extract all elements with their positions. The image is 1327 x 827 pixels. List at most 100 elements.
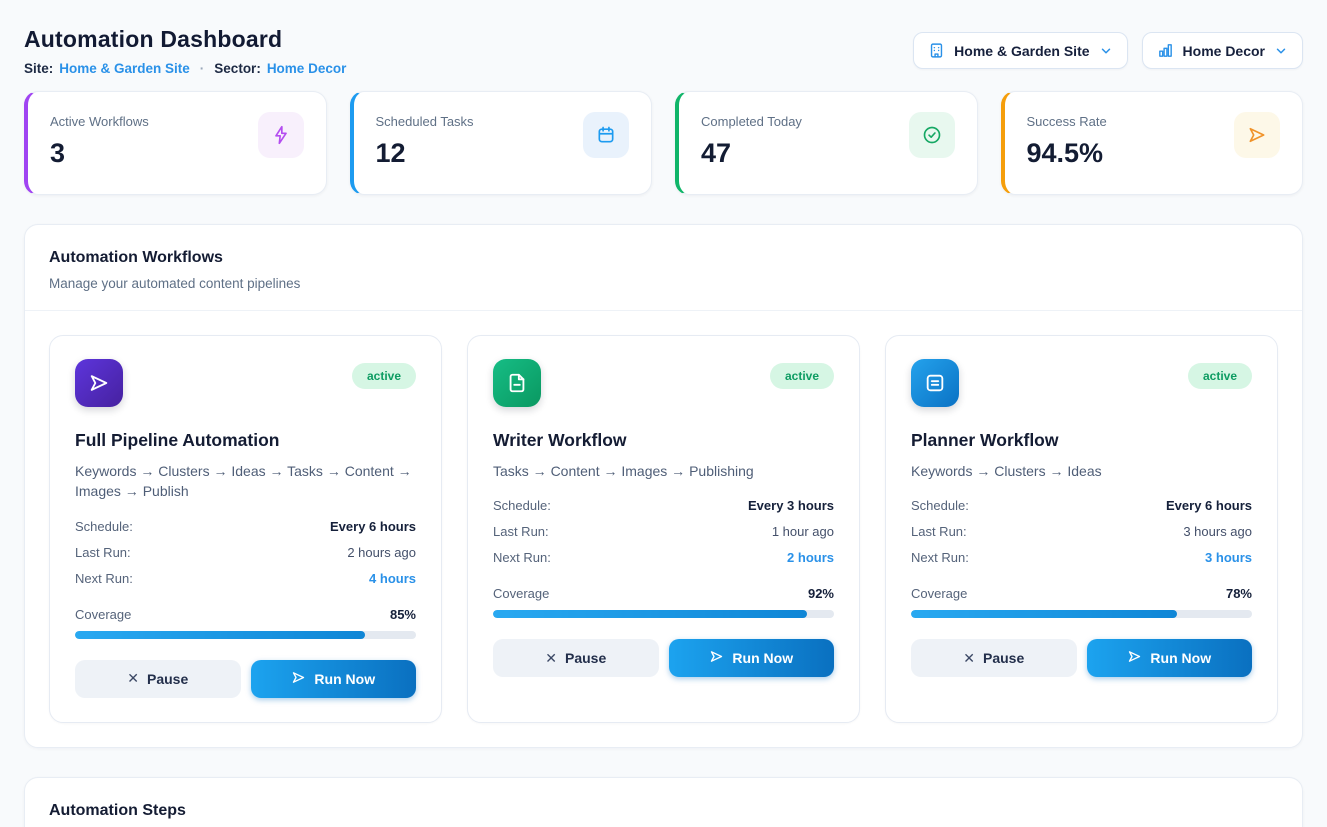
next-run-label: Next Run: bbox=[75, 571, 133, 586]
pause-button-label: Pause bbox=[565, 650, 606, 666]
workflow-cards-grid: active Full Pipeline Automation Keywords… bbox=[25, 311, 1302, 747]
calendar-icon bbox=[583, 112, 629, 158]
stat-label: Completed Today bbox=[701, 114, 802, 129]
workflow-pipeline: Keywords → Clusters → Ideas → Tasks → Co… bbox=[75, 461, 416, 502]
site-link[interactable]: Home & Garden Site bbox=[59, 61, 190, 76]
coverage-block: Coverage92% bbox=[493, 586, 834, 618]
send-icon bbox=[291, 670, 306, 688]
automation-steps-panel: Automation Steps Configure which steps a… bbox=[24, 777, 1303, 827]
schedule-label: Schedule: bbox=[911, 498, 969, 513]
separator-dot: · bbox=[196, 61, 209, 76]
pause-button[interactable]: ✕Pause bbox=[911, 639, 1077, 677]
sector-selector-label: Home Decor bbox=[1183, 43, 1265, 59]
pause-button-label: Pause bbox=[147, 671, 188, 687]
coverage-progress-bar bbox=[75, 631, 416, 639]
workflow-meta: Schedule:Every 6 hours Last Run:2 hours … bbox=[75, 519, 416, 597]
x-icon: ✕ bbox=[963, 650, 975, 667]
automation-workflows-panel: Automation Workflows Manage your automat… bbox=[24, 224, 1303, 748]
coverage-label: Coverage bbox=[911, 586, 967, 601]
lightning-icon bbox=[258, 112, 304, 158]
send-icon bbox=[709, 649, 724, 667]
stat-value: 94.5% bbox=[1027, 138, 1107, 169]
next-run-value: 3 hours bbox=[1205, 550, 1252, 565]
sector-selector-dropdown[interactable]: Home Decor bbox=[1142, 32, 1303, 69]
next-run-value: 2 hours bbox=[787, 550, 834, 565]
page-title: Automation Dashboard bbox=[24, 26, 346, 53]
workflow-meta: Schedule:Every 6 hours Last Run:3 hours … bbox=[911, 498, 1252, 576]
sector-link[interactable]: Home Decor bbox=[267, 61, 347, 76]
site-selector-label: Home & Garden Site bbox=[954, 43, 1089, 59]
check-circle-icon bbox=[909, 112, 955, 158]
run-now-button-label: Run Now bbox=[732, 650, 793, 666]
workflow-card-full-pipeline: active Full Pipeline Automation Keywords… bbox=[49, 335, 442, 723]
coverage-value: 85% bbox=[390, 607, 416, 622]
coverage-label: Coverage bbox=[75, 607, 131, 622]
run-now-button[interactable]: Run Now bbox=[1087, 639, 1253, 677]
stat-value: 3 bbox=[50, 138, 149, 169]
stat-card-scheduled-tasks: Scheduled Tasks 12 bbox=[350, 91, 653, 195]
x-icon: ✕ bbox=[545, 650, 557, 667]
breadcrumb: Site: Home & Garden Site · Sector: Home … bbox=[24, 61, 346, 76]
topbar: Automation Dashboard Site: Home & Garden… bbox=[24, 26, 1303, 76]
workflow-pipeline: Tasks → Content → Images → Publishing bbox=[493, 461, 834, 481]
status-badge: active bbox=[770, 363, 834, 389]
coverage-progress-bar bbox=[493, 610, 834, 618]
workflow-card-planner: active Planner Workflow Keywords → Clust… bbox=[885, 335, 1278, 723]
steps-panel-header: Automation Steps Configure which steps a… bbox=[25, 778, 1302, 827]
site-label: Site: bbox=[24, 61, 53, 76]
stat-text: Scheduled Tasks 12 bbox=[376, 112, 474, 169]
workflow-card-header: active bbox=[911, 359, 1252, 407]
run-now-button[interactable]: Run Now bbox=[669, 639, 835, 677]
stats-row: Active Workflows 3 Scheduled Tasks 12 Co… bbox=[24, 91, 1303, 195]
send-icon bbox=[1127, 649, 1142, 667]
document-icon bbox=[493, 359, 541, 407]
workflows-panel-header: Automation Workflows Manage your automat… bbox=[25, 225, 1302, 311]
coverage-block: Coverage 85% bbox=[75, 607, 416, 639]
schedule-value: Every 6 hours bbox=[1166, 498, 1252, 513]
stat-label: Success Rate bbox=[1027, 114, 1107, 129]
title-block: Automation Dashboard Site: Home & Garden… bbox=[24, 26, 346, 76]
pause-button[interactable]: ✕ Pause bbox=[75, 660, 241, 698]
schedule-label: Schedule: bbox=[75, 519, 133, 534]
sector-label: Sector: bbox=[214, 61, 261, 76]
list-icon bbox=[911, 359, 959, 407]
run-now-button[interactable]: Run Now bbox=[251, 660, 417, 698]
stat-text: Success Rate 94.5% bbox=[1027, 112, 1107, 169]
next-run-value: 4 hours bbox=[369, 571, 416, 586]
workflow-actions: ✕Pause Run Now bbox=[911, 639, 1252, 677]
next-run-label: Next Run: bbox=[911, 550, 969, 565]
stat-label: Scheduled Tasks bbox=[376, 114, 474, 129]
coverage-value: 78% bbox=[1226, 586, 1252, 601]
next-run-label: Next Run: bbox=[493, 550, 551, 565]
last-run-value: 1 hour ago bbox=[772, 524, 834, 539]
last-run-value: 3 hours ago bbox=[1183, 524, 1252, 539]
workflows-panel-subtitle: Manage your automated content pipelines bbox=[49, 276, 1278, 291]
header-dropdowns: Home & Garden Site Home Decor bbox=[913, 32, 1303, 69]
workflow-title: Planner Workflow bbox=[911, 430, 1252, 451]
workflow-card-header: active bbox=[75, 359, 416, 407]
workflow-meta: Schedule:Every 3 hours Last Run:1 hour a… bbox=[493, 498, 834, 576]
stat-value: 47 bbox=[701, 138, 802, 169]
site-selector-dropdown[interactable]: Home & Garden Site bbox=[913, 32, 1127, 69]
chevron-down-icon bbox=[1274, 44, 1288, 58]
workflow-title: Full Pipeline Automation bbox=[75, 430, 416, 451]
stat-card-success-rate: Success Rate 94.5% bbox=[1001, 91, 1304, 195]
schedule-value: Every 3 hours bbox=[748, 498, 834, 513]
last-run-value: 2 hours ago bbox=[347, 545, 416, 560]
stat-value: 12 bbox=[376, 138, 474, 169]
workflow-actions: ✕ Pause Run Now bbox=[75, 660, 416, 698]
workflows-panel-title: Automation Workflows bbox=[49, 249, 1278, 267]
chevron-down-icon bbox=[1099, 44, 1113, 58]
stat-text: Active Workflows 3 bbox=[50, 112, 149, 169]
workflow-card-writer: active Writer Workflow Tasks → Content →… bbox=[467, 335, 860, 723]
pause-button[interactable]: ✕ Pause bbox=[493, 639, 659, 677]
workflow-actions: ✕ Pause Run Now bbox=[493, 639, 834, 677]
last-run-label: Last Run: bbox=[75, 545, 131, 560]
bar-chart-icon bbox=[1157, 42, 1174, 59]
building-icon bbox=[928, 42, 945, 59]
x-icon: ✕ bbox=[127, 670, 139, 687]
status-badge: active bbox=[1188, 363, 1252, 389]
status-badge: active bbox=[352, 363, 416, 389]
automation-dashboard-page: Automation Dashboard Site: Home & Garden… bbox=[0, 0, 1327, 827]
workflow-title: Writer Workflow bbox=[493, 430, 834, 451]
